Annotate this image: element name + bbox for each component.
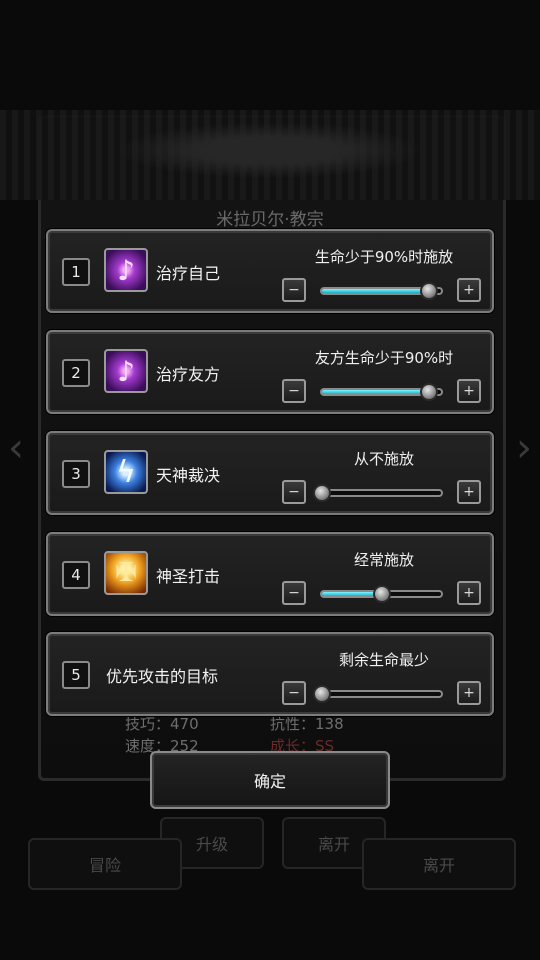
- decrease-button[interactable]: −: [282, 681, 306, 705]
- slider-fill: [322, 289, 430, 293]
- skill-row-1: 1 治疗自己 生命少于90%时施放 − +: [46, 229, 494, 313]
- skill-condition: 友方生命少于90%时: [314, 349, 454, 367]
- holy-strike-icon: [104, 551, 148, 595]
- skill-name: 治疗友方: [156, 365, 221, 384]
- leave2-button-bg: 离开: [362, 838, 516, 890]
- decrease-button[interactable]: −: [282, 581, 306, 605]
- condition-slider[interactable]: [320, 383, 443, 401]
- slider-thumb[interactable]: [313, 484, 331, 502]
- adventure-button-bg: 冒险: [28, 838, 182, 890]
- background-title: 米拉贝尔·教宗: [216, 210, 324, 230]
- skill-index: 1: [62, 258, 90, 286]
- target-priority-label: 优先攻击的目标: [106, 667, 219, 686]
- skill-name: 神圣打击: [156, 567, 221, 586]
- confirm-button[interactable]: 确定: [150, 751, 390, 809]
- target-priority-value: 剩余生命最少: [338, 651, 429, 669]
- decrease-button[interactable]: −: [282, 379, 306, 403]
- skill-condition: 从不施放: [353, 450, 414, 468]
- slider-thumb[interactable]: [420, 383, 439, 401]
- stats-row: 技巧：470 抗性：138: [125, 713, 425, 735]
- increase-button[interactable]: +: [457, 379, 481, 403]
- skill-index: 5: [62, 661, 90, 689]
- increase-button[interactable]: +: [457, 480, 481, 504]
- skill-index: 2: [62, 359, 90, 387]
- skill-index: 3: [62, 460, 90, 488]
- heal-icon: [104, 349, 148, 393]
- lightning-icon: [104, 450, 148, 494]
- slider-thumb[interactable]: [372, 585, 391, 603]
- prev-arrow-icon: ‹: [8, 425, 24, 471]
- target-slider[interactable]: [313, 685, 443, 703]
- heal-icon: [104, 248, 148, 292]
- stat-skill: 技巧：470: [125, 715, 199, 733]
- skill-row-4: 4 神圣打击 经常施放 − +: [46, 532, 494, 616]
- skill-name: 天神裁决: [156, 466, 221, 485]
- slider-fill: [322, 390, 430, 394]
- skill-condition: 经常施放: [353, 551, 414, 569]
- background-ornament: [0, 110, 540, 200]
- increase-button[interactable]: +: [457, 278, 481, 302]
- increase-button[interactable]: +: [457, 681, 481, 705]
- slider-thumb[interactable]: [420, 282, 439, 300]
- condition-slider[interactable]: [320, 585, 443, 603]
- next-arrow-icon: ›: [516, 425, 532, 471]
- decrease-button[interactable]: −: [282, 480, 306, 504]
- target-priority-row: 5 优先攻击的目标 剩余生命最少 − +: [46, 632, 494, 716]
- skill-index: 4: [62, 561, 90, 589]
- skill-row-2: 2 治疗友方 友方生命少于90%时 − +: [46, 330, 494, 414]
- skill-name: 治疗自己: [156, 264, 221, 283]
- increase-button[interactable]: +: [457, 581, 481, 605]
- decrease-button[interactable]: −: [282, 278, 306, 302]
- condition-slider[interactable]: [320, 282, 443, 300]
- skill-condition: 生命少于90%时施放: [314, 248, 454, 266]
- stat-resist: 抗性：138: [270, 715, 344, 733]
- slider-thumb[interactable]: [313, 685, 331, 703]
- condition-slider[interactable]: [313, 484, 443, 502]
- skill-row-3: 3 天神裁决 从不施放 − +: [46, 431, 494, 515]
